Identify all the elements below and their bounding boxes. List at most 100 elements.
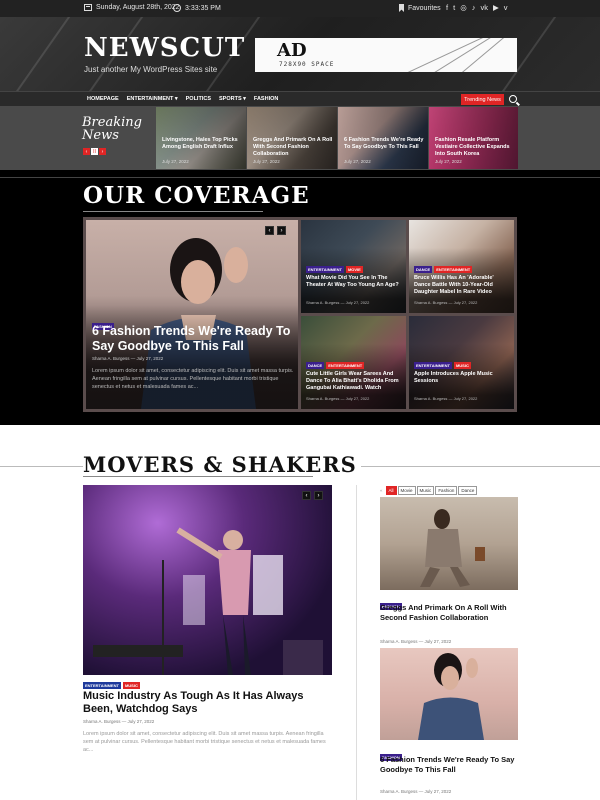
favourites-link[interactable]: Favourites: [399, 4, 441, 12]
youtube-icon[interactable]: ▶: [493, 3, 499, 12]
site-header: NEWSCUT Just another My WordPress Sites …: [0, 17, 600, 91]
slider-next-button[interactable]: ›: [277, 226, 286, 235]
instagram-icon[interactable]: ◎: [460, 3, 467, 12]
divider: [83, 211, 263, 212]
ticker-date: July 27, 2022: [435, 159, 462, 164]
category-label[interactable]: MOVIE: [345, 266, 363, 273]
side-article-image[interactable]: [380, 648, 518, 740]
article-card[interactable]: ENTERTAINMENT MUSIC Apple Introduces App…: [409, 316, 514, 409]
filter-tab-movie[interactable]: Movie: [397, 486, 416, 495]
article-title[interactable]: Cute Little Girls Wear Sarees And Dance …: [306, 371, 403, 392]
featured-article-title[interactable]: 6 Fashion Trends We're Ready To Say Good…: [92, 324, 292, 354]
main-nav: HOMEPAGE ENTERTAINMENT ▾ POLITICS SPORTS…: [0, 91, 600, 106]
woman-sitting-image: [420, 509, 485, 587]
side-article-title[interactable]: Greggs And Primark On A Roll With Second…: [380, 603, 520, 623]
vimeo-icon[interactable]: v: [504, 3, 508, 12]
coverage-section: OUR COVERAGE ‹ › FASHION 6 Fashion Trend…: [0, 170, 600, 425]
filter-tab-all[interactable]: All: [385, 486, 397, 495]
site-logo[interactable]: NEWSCUT: [84, 33, 245, 63]
category-tags: ENTERTAINMENT MOVIE: [306, 266, 363, 273]
ticker-next-button[interactable]: ›: [99, 148, 106, 155]
filter-tab-dance[interactable]: Dance: [458, 486, 478, 495]
ticker-date: July 27, 2022: [253, 159, 280, 164]
filter-tab-music[interactable]: Music: [416, 486, 435, 495]
article-title[interactable]: Apple Introduces Apple Music Sessions: [414, 371, 511, 385]
slider-arrows: ‹ ›: [265, 226, 286, 235]
divider: [0, 177, 600, 178]
category-filter-tabs: « All Movie Music Fashion Dance: [378, 486, 478, 495]
section-title-coverage: OUR COVERAGE: [83, 182, 310, 209]
article-excerpt: Lorem ipsum dolor sit amet, consectetur …: [92, 368, 294, 390]
article-card[interactable]: DANCE ENTERTAINMENT Cute Little Girls We…: [301, 316, 406, 409]
featured-article-title[interactable]: Music Industry As Tough As It Has Always…: [83, 690, 333, 716]
date-text: Sunday, August 28th, 2022: [96, 4, 180, 11]
current-time: 3:33:35 PM: [173, 4, 221, 12]
favourites-label: Favourites: [408, 4, 441, 12]
twitter-icon[interactable]: t: [453, 3, 455, 12]
article-meta: Sharna A. Burgess — July 27, 2022: [306, 396, 370, 401]
divider: [356, 485, 357, 800]
vk-icon[interactable]: vk: [480, 3, 488, 12]
category-label[interactable]: DANCE: [306, 362, 325, 369]
ticker-item[interactable]: Fashion Resale Platform Vestiaire Collec…: [429, 107, 518, 169]
nav-item-fashion[interactable]: FASHION: [254, 96, 278, 102]
nav-item-homepage[interactable]: HOMEPAGE: [87, 96, 119, 102]
nav-item-politics[interactable]: POLITICS: [186, 96, 211, 102]
ticker-item[interactable]: Livingstone, Hales Top Picks Among Engli…: [156, 107, 246, 169]
ticker-pause-button[interactable]: II: [91, 148, 98, 155]
ticker-item[interactable]: Greggs And Primark On A Roll With Second…: [247, 107, 337, 169]
trending-news-button[interactable]: Trending News: [461, 94, 504, 105]
ticker-prev-button[interactable]: ‹: [83, 148, 90, 155]
time-text: 3:33:35 PM: [185, 4, 221, 12]
article-title[interactable]: What Movie Did You See In The Theater At…: [306, 275, 403, 289]
category-label[interactable]: ENTERTAINMENT: [306, 266, 344, 273]
calendar-icon: [84, 4, 92, 11]
social-links: f t ◎ ♪ vk ▶ v: [446, 3, 508, 12]
category-label[interactable]: MUSIC: [453, 362, 471, 369]
category-label[interactable]: ENTERTAINMENT: [434, 266, 473, 273]
category-label[interactable]: MUSIC: [122, 682, 140, 689]
ticker-item[interactable]: 6 Fashion Trends We're Ready To Say Good…: [338, 107, 428, 169]
current-date: Sunday, August 28th, 2022: [84, 4, 180, 11]
concert-performer-image: [93, 527, 323, 675]
slider-next-button[interactable]: ›: [314, 491, 323, 500]
category-label[interactable]: DANCE: [414, 266, 433, 273]
featured-music-image[interactable]: ‹ ›: [83, 485, 332, 675]
article-card[interactable]: DANCE ENTERTAINMENT Bruce Willis Has An …: [409, 220, 514, 313]
breaking-label-line2: News: [82, 128, 119, 143]
article-meta: Sharna A. Burgess — July 27, 2022: [92, 356, 164, 361]
article-meta: Sharna A. Burgess — July 27, 2022: [83, 719, 155, 724]
ad-banner[interactable]: AD 728X90 SPACE: [255, 38, 517, 72]
facebook-icon[interactable]: f: [446, 3, 448, 12]
site-tagline: Just another My WordPress Sites site: [84, 65, 218, 74]
side-article-image[interactable]: [380, 497, 518, 590]
category-label[interactable]: ENTERTAINMENT: [414, 362, 452, 369]
article-meta: Sharna A. Burgess — July 27, 2022: [306, 300, 370, 305]
ticker-controls: ‹ II ›: [83, 148, 106, 155]
breaking-news-ticker: Breaking News ‹ II › Livingstone, Hales …: [0, 106, 600, 170]
section-title-movers: MOVERS & SHAKERS: [83, 452, 361, 477]
slider-prev-button[interactable]: ‹: [302, 491, 311, 500]
ticker-title: Fashion Resale Platform Vestiaire Collec…: [435, 137, 510, 157]
category-label[interactable]: ENTERTAINMENT: [326, 362, 365, 369]
nav-item-entertainment[interactable]: ENTERTAINMENT ▾: [127, 96, 178, 102]
article-excerpt: Lorem ipsum dolor sit amet, consectetur …: [83, 731, 326, 753]
filter-tab-fashion[interactable]: Fashion: [435, 486, 458, 495]
article-meta: Sharna A. Burgess — July 27, 2022: [414, 396, 478, 401]
featured-article-card[interactable]: ‹ › FASHION 6 Fashion Trends We're Ready…: [86, 220, 298, 409]
clock-icon: [173, 4, 181, 12]
article-card[interactable]: ENTERTAINMENT MOVIE What Movie Did You S…: [301, 220, 406, 313]
slider-prev-button[interactable]: ‹: [265, 226, 274, 235]
header-decoration: [0, 17, 88, 91]
category-label[interactable]: ENTERTAINMENT: [83, 682, 121, 689]
bookmark-icon: [399, 4, 404, 12]
tiktok-icon[interactable]: ♪: [472, 3, 476, 12]
ad-decoration: [454, 38, 517, 72]
nav-item-sports[interactable]: SPORTS ▾: [219, 96, 246, 102]
side-article-title[interactable]: 6 Fashion Trends We're Ready To Say Good…: [380, 755, 520, 775]
search-icon[interactable]: [509, 95, 517, 103]
slider-arrows: ‹ ›: [302, 491, 323, 500]
category-tags: DANCE ENTERTAINMENT: [306, 362, 365, 369]
category-tags: DANCE ENTERTAINMENT: [414, 266, 473, 273]
article-title[interactable]: Bruce Willis Has An 'Adorable' Dance Bat…: [414, 275, 511, 296]
